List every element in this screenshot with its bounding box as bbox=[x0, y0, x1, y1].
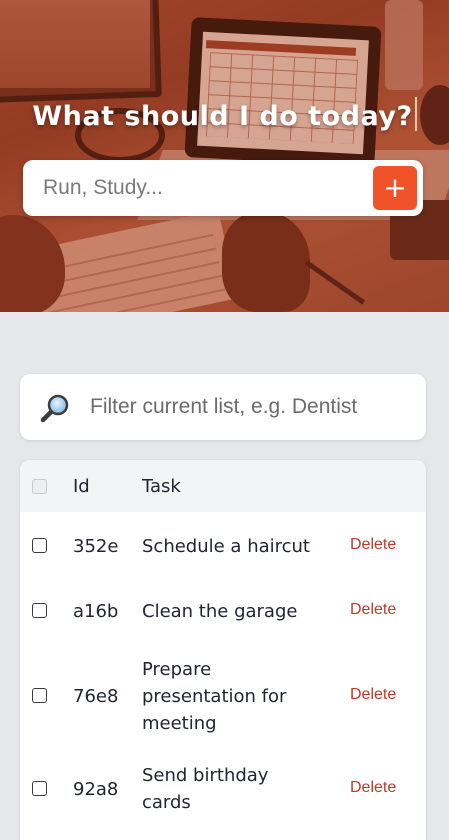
page-title: What should I do today? bbox=[0, 97, 449, 132]
magnifier-icon bbox=[40, 394, 69, 423]
row-checkbox[interactable] bbox=[32, 603, 47, 618]
typing-caret bbox=[414, 97, 417, 131]
delete-button[interactable]: Delete bbox=[350, 536, 396, 554]
row-task: Send birthday cards bbox=[142, 765, 269, 813]
row-checkbox[interactable] bbox=[32, 688, 47, 703]
table-row: 76e8 Prepare presentation for meeting De… bbox=[20, 642, 426, 747]
filter-input[interactable] bbox=[90, 374, 420, 440]
delete-button[interactable]: Delete bbox=[350, 779, 396, 797]
row-task: Prepare presentation for meeting bbox=[142, 659, 287, 734]
task-table: Id Task 352e Schedule a haircut Delete a… bbox=[20, 460, 426, 840]
row-id: a16b bbox=[73, 601, 119, 622]
add-task-button[interactable]: + bbox=[373, 166, 417, 210]
table-row: a16b Clean the garage Delete bbox=[20, 577, 426, 642]
hero-banner: What should I do today? + bbox=[0, 0, 449, 312]
row-task: Clean the garage bbox=[142, 601, 298, 622]
delete-button[interactable]: Delete bbox=[350, 601, 396, 619]
add-task-input[interactable] bbox=[23, 160, 363, 216]
row-checkbox[interactable] bbox=[32, 538, 47, 553]
row-checkbox[interactable] bbox=[32, 781, 47, 796]
hero-tint-overlay bbox=[0, 0, 449, 312]
page-title-text: What should I do today? bbox=[32, 101, 413, 132]
add-task-form: + bbox=[23, 160, 423, 216]
row-id: 76e8 bbox=[73, 686, 119, 707]
filter-box bbox=[20, 374, 426, 440]
table-row: 352e Schedule a haircut Delete bbox=[20, 512, 426, 577]
table-row: 92a8 Send birthday cards Delete bbox=[20, 747, 426, 827]
select-all-checkbox[interactable] bbox=[32, 479, 47, 494]
row-task: Schedule a haircut bbox=[142, 536, 310, 557]
column-header-id: Id bbox=[73, 476, 90, 497]
table-header: Id Task bbox=[20, 460, 426, 512]
row-id: 92a8 bbox=[73, 779, 119, 800]
delete-button[interactable]: Delete bbox=[350, 686, 396, 704]
row-id: 352e bbox=[73, 536, 119, 557]
column-header-task: Task bbox=[142, 476, 181, 497]
